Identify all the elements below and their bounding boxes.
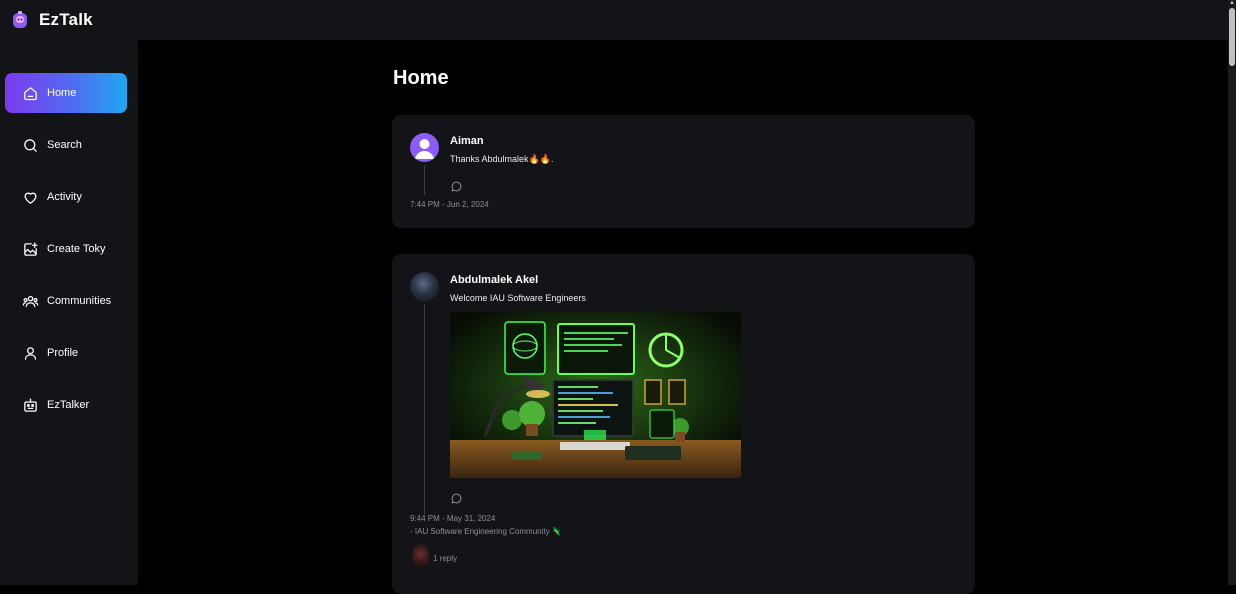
post-author[interactable]: Aiman xyxy=(450,135,484,147)
scrollbar[interactable]: ▲ xyxy=(1228,0,1236,585)
app-title[interactable]: EzTalk xyxy=(39,10,93,30)
sidebar-item-profile[interactable]: Profile xyxy=(5,333,127,373)
reply-avatar xyxy=(412,544,429,569)
sidebar-item-label: EzTalker xyxy=(47,399,90,411)
thread-line xyxy=(424,165,425,195)
user-icon xyxy=(21,344,39,362)
community-emoji: 🦎 xyxy=(551,527,562,536)
sidebar-item-label: Profile xyxy=(47,347,79,359)
communities-icon xyxy=(21,292,39,310)
avatar[interactable] xyxy=(410,133,439,162)
post-text: Welcome IAU Software Engineers xyxy=(450,293,586,303)
scroll-up-icon[interactable]: ▲ xyxy=(1229,0,1235,6)
community-name: - IAU Software Engineering Community xyxy=(410,527,550,536)
post-text: Thanks Abdulmalek🔥🔥. xyxy=(450,154,554,164)
post-card: Aiman Thanks Abdulmalek🔥🔥. 7:44 PM - Jun… xyxy=(392,115,975,228)
post-card: Abdulmalek Akel Welcome IAU Software Eng… xyxy=(392,254,975,594)
scrollbar-thumb[interactable] xyxy=(1229,8,1235,66)
sidebar: Home Search Activity Create Toky Communi… xyxy=(0,40,138,585)
post-timestamp: 9:44 PM - May 31, 2024 xyxy=(410,514,496,523)
sidebar-item-create-toky[interactable]: Create Toky xyxy=(5,229,127,269)
top-bar: EzTalk xyxy=(0,0,1228,40)
sidebar-item-search[interactable]: Search xyxy=(5,125,127,165)
sidebar-item-home[interactable]: Home xyxy=(5,73,127,113)
community-link[interactable]: - IAU Software Engineering Community 🦎 xyxy=(410,527,562,536)
avatar[interactable] xyxy=(410,272,439,301)
sidebar-item-label: Create Toky xyxy=(47,243,106,255)
reply-icon[interactable] xyxy=(450,180,463,193)
sidebar-item-label: Activity xyxy=(47,191,82,203)
sidebar-item-label: Home xyxy=(47,87,77,99)
post-timestamp: 7:44 PM - Jun 2, 2024 xyxy=(410,200,489,209)
page-title: Home xyxy=(393,67,449,89)
create-post-icon xyxy=(21,240,39,258)
thread-line xyxy=(424,304,425,514)
post-author[interactable]: Abdulmalek Akel xyxy=(450,274,538,286)
sidebar-item-activity[interactable]: Activity xyxy=(5,177,127,217)
robot-icon xyxy=(21,396,39,414)
heart-icon xyxy=(21,188,39,206)
logo-icon[interactable] xyxy=(10,10,30,30)
reply-count[interactable]: 1 reply xyxy=(433,554,457,563)
home-icon xyxy=(21,84,39,102)
reply-icon[interactable] xyxy=(450,492,463,505)
sidebar-item-eztalker[interactable]: EzTalker xyxy=(5,385,127,425)
default-user-icon xyxy=(415,139,434,159)
post-image[interactable] xyxy=(450,312,741,478)
sidebar-item-label: Communities xyxy=(47,295,112,307)
sidebar-item-label: Search xyxy=(47,139,82,151)
sidebar-item-communities[interactable]: Communities xyxy=(5,281,127,321)
search-icon xyxy=(21,136,39,154)
main-feed: Home Aiman Thanks Abdulmalek🔥🔥. 7:44 PM … xyxy=(138,40,1228,594)
